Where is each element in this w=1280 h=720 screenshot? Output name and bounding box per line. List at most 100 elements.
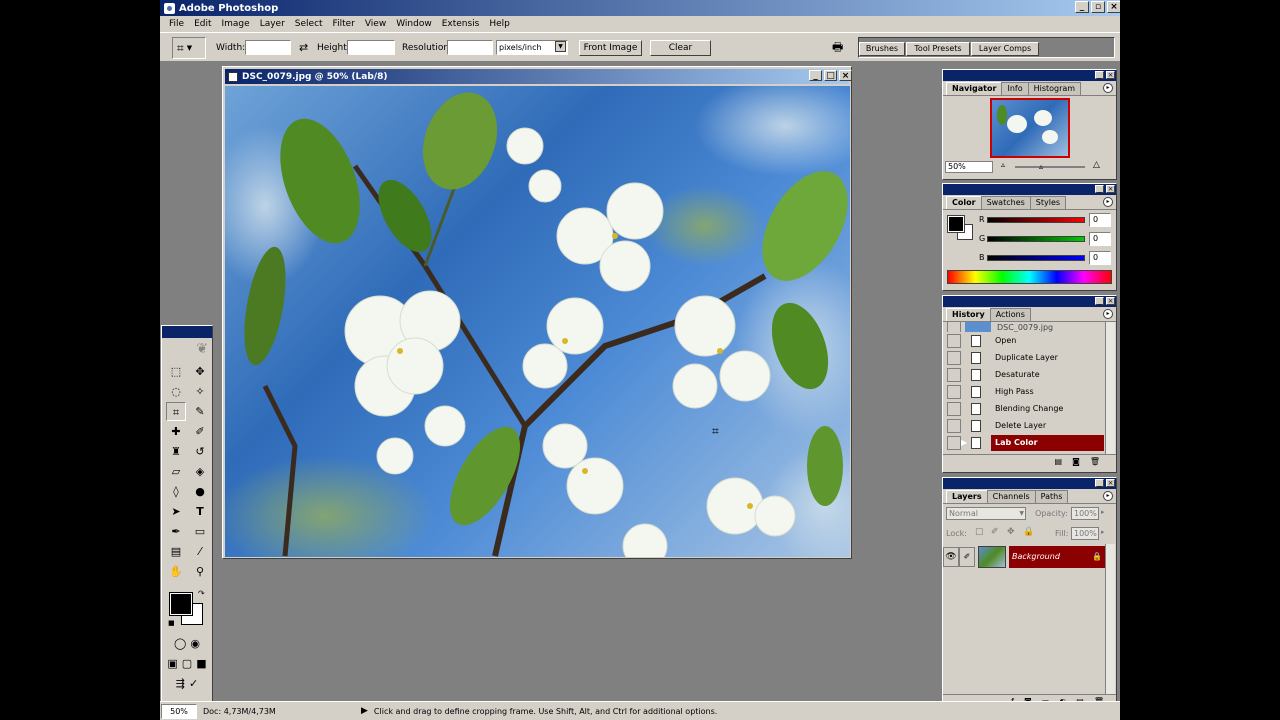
color-ramp[interactable] [947, 270, 1112, 284]
paint-bucket-icon[interactable]: ◈ [190, 462, 210, 481]
printer-icon[interactable]: 🖶 [832, 38, 848, 54]
palette-menu-icon[interactable]: ▸ [1103, 309, 1113, 319]
channel-g-value[interactable]: 0 [1089, 231, 1111, 246]
history-checkbox[interactable] [947, 384, 961, 399]
doc-maximize-button[interactable]: □ [824, 70, 837, 81]
screen-mode-full-menu-icon[interactable]: ▢ [182, 657, 192, 670]
brush-tool-icon[interactable]: ✐ [190, 422, 210, 441]
crop-tool-icon[interactable]: ⌗ [166, 402, 186, 421]
lock-transparency-icon[interactable]: ▢ [975, 527, 984, 537]
type-tool-icon[interactable]: T [190, 502, 210, 521]
layer-name[interactable]: Background 🔒 [1009, 546, 1105, 568]
close-icon[interactable]: × [1106, 71, 1115, 79]
status-menu-arrow-icon[interactable]: ▶ [361, 706, 368, 716]
close-icon[interactable]: × [1106, 479, 1115, 487]
new-snapshot-icon[interactable]: ◙ [1072, 457, 1080, 466]
zoom-slider-thumb[interactable]: ▵ [1039, 162, 1043, 171]
zoom-in-icon[interactable]: △ [1093, 160, 1100, 170]
history-snapshot[interactable]: DSC_0079.jpg [943, 322, 1116, 332]
well-tab-tool-presets[interactable]: Tool Presets [906, 42, 970, 56]
zoom-out-icon[interactable]: ▵ [1001, 160, 1005, 169]
pen-tool-icon[interactable]: ✒ [166, 522, 186, 541]
menu-select[interactable]: Select [290, 19, 328, 29]
well-tab-layer-comps[interactable]: Layer Comps [971, 42, 1039, 56]
color-fg-swatch[interactable] [947, 215, 965, 233]
blur-tool-icon[interactable]: ◊ [166, 482, 186, 501]
history-checkbox[interactable] [947, 418, 961, 433]
dodge-tool-icon[interactable]: ● [190, 482, 210, 501]
history-brush-icon[interactable]: ↺ [190, 442, 210, 461]
brush-link-icon[interactable]: ✐ [959, 547, 975, 567]
slider-r-track[interactable] [987, 216, 1085, 223]
tab-histogram[interactable]: Histogram [1027, 82, 1082, 95]
opacity-arrow-icon[interactable]: ▸ [1101, 508, 1105, 516]
tool-preset-picker[interactable]: ⌗ ▼ [172, 37, 206, 59]
minimize-icon[interactable]: _ [1095, 297, 1104, 305]
history-item-delete-layer[interactable]: Delete Layer [943, 417, 1116, 434]
tab-info[interactable]: Info [1001, 82, 1029, 95]
move-tool-icon[interactable]: ✥ [190, 362, 210, 381]
document-window[interactable]: DSC_0079.jpg @ 50% (Lab/8) _ □ × ⌗ [222, 66, 852, 559]
history-item-open[interactable]: Open [943, 332, 1116, 349]
opacity-input[interactable]: 100% [1071, 507, 1099, 520]
default-colors-icon[interactable]: ■ [168, 619, 175, 627]
fill-input[interactable]: 100% [1071, 527, 1099, 540]
navigator-zoom-input[interactable]: 50% [945, 161, 993, 173]
standard-mode-icon[interactable]: ◯ [174, 637, 186, 650]
zoom-slider[interactable] [1015, 166, 1085, 168]
palette-menu-icon[interactable]: ▸ [1103, 491, 1113, 501]
blend-mode-select[interactable]: Normal ▼ [946, 507, 1026, 520]
canvas-image[interactable]: ⌗ [225, 86, 850, 557]
close-icon[interactable]: × [1106, 297, 1115, 305]
resolution-input[interactable] [447, 40, 493, 55]
front-image-button[interactable]: Front Image [579, 40, 642, 56]
history-checkbox[interactable] [947, 333, 961, 348]
menu-edit[interactable]: Edit [189, 19, 216, 29]
tab-layers[interactable]: Layers [946, 490, 988, 503]
clone-stamp-icon[interactable]: ♜ [166, 442, 186, 461]
foreground-color[interactable] [169, 592, 193, 616]
notes-tool-icon[interactable]: ▤ [166, 542, 186, 561]
color-palette-header[interactable]: _ × [943, 184, 1116, 195]
width-input[interactable] [245, 40, 291, 55]
tab-history[interactable]: History [946, 308, 991, 321]
document-titlebar[interactable]: DSC_0079.jpg @ 50% (Lab/8) _ □ × [225, 69, 852, 84]
path-select-icon[interactable]: ➤ [166, 502, 186, 521]
layers-palette-header[interactable]: _ × [943, 478, 1116, 489]
eye-icon[interactable]: 👁 [943, 547, 959, 567]
tab-channels[interactable]: Channels [986, 490, 1036, 503]
lock-all-icon[interactable]: 🔒 [1023, 527, 1034, 537]
history-checkbox[interactable] [947, 350, 961, 365]
menu-help[interactable]: Help [484, 19, 515, 29]
resolution-units-select[interactable]: pixels/inch ▼ [496, 40, 568, 55]
well-tab-brushes[interactable]: Brushes [859, 42, 905, 56]
history-checkbox[interactable] [947, 322, 961, 332]
delete-state-icon[interactable]: 🗑 [1090, 457, 1100, 466]
tab-actions[interactable]: Actions [989, 308, 1031, 321]
tab-color[interactable]: Color [946, 196, 982, 209]
navigator-preview[interactable] [943, 96, 1116, 160]
fill-arrow-icon[interactable]: ▸ [1101, 528, 1105, 536]
tab-paths[interactable]: Paths [1034, 490, 1069, 503]
slider-b-track[interactable] [987, 254, 1085, 261]
navigator-palette-header[interactable]: _ × [943, 70, 1116, 81]
menu-window[interactable]: Window [391, 19, 437, 29]
height-input[interactable] [347, 40, 395, 55]
history-item-duplicate-layer[interactable]: Duplicate Layer [943, 349, 1116, 366]
status-zoom-input[interactable]: 50% [161, 703, 197, 719]
eraser-tool-icon[interactable]: ▱ [166, 462, 186, 481]
swap-colors-icon[interactable]: ↷ [198, 589, 205, 598]
tab-swatches[interactable]: Swatches [980, 196, 1031, 209]
lock-paint-icon[interactable]: ✐ [991, 527, 999, 537]
screen-mode-standard-icon[interactable]: ▣ [167, 657, 177, 670]
history-checkbox[interactable] [947, 367, 961, 382]
healing-brush-icon[interactable]: ✚ [166, 422, 186, 441]
close-icon[interactable]: × [1106, 185, 1115, 193]
slice-tool-icon[interactable]: ✎ [190, 402, 210, 421]
quickmask-mode-icon[interactable]: ◉ [190, 637, 200, 650]
palette-menu-icon[interactable]: ▸ [1103, 197, 1113, 207]
checkmark-icon[interactable]: ✓ [189, 677, 198, 690]
navigator-thumbnail[interactable] [989, 98, 1070, 158]
minimize-icon[interactable]: _ [1095, 479, 1104, 487]
tab-styles[interactable]: Styles [1029, 196, 1067, 209]
